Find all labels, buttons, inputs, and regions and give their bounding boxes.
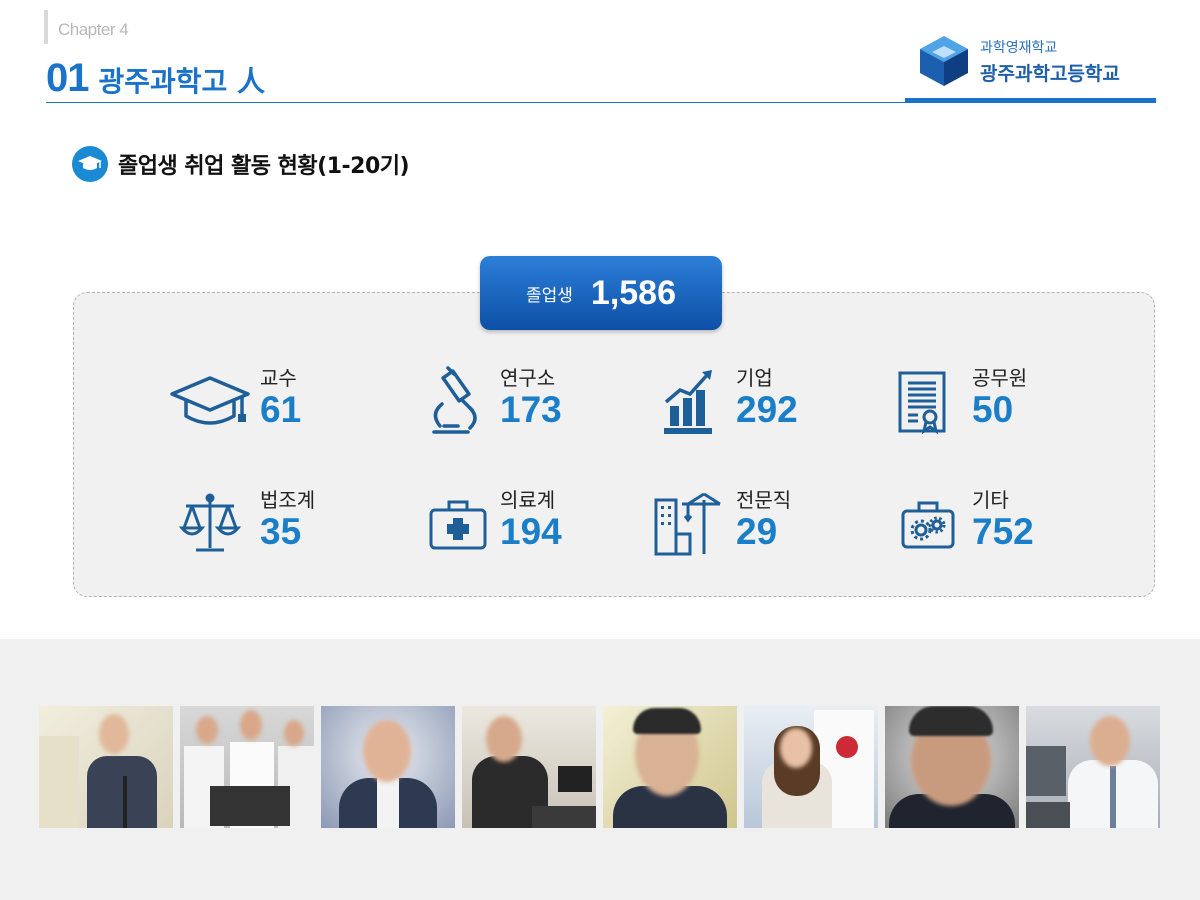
stat-public-servant: 공무원 50 xyxy=(880,366,1027,438)
stat-value: 29 xyxy=(736,511,778,552)
page-title: 01 광주과학고 人 xyxy=(46,56,265,101)
stat-value: 752 xyxy=(972,511,1034,552)
building-crane-icon xyxy=(654,492,721,556)
stat-label: 법조계 xyxy=(260,488,316,512)
section-title: 졸업생 취업 활동 현황(1-20기) xyxy=(118,154,410,179)
medical-kit-icon xyxy=(429,500,487,550)
graduation-cap-icon xyxy=(170,376,250,425)
logo-name: 광주과학고등학교 xyxy=(980,62,1120,85)
page-title-number: 01 xyxy=(46,56,89,100)
stat-label: 교수 xyxy=(260,366,297,390)
chapter-marker xyxy=(44,10,48,44)
section-heading: 졸업생 취업 활동 현황(1-20기) xyxy=(72,146,410,182)
stat-research: 연구소 173 xyxy=(408,366,562,438)
title-divider-accent xyxy=(905,98,1156,103)
stat-value: 173 xyxy=(500,389,562,430)
chapter-label: Chapter 4 xyxy=(58,20,129,39)
page-title-text: 광주과학고 人 xyxy=(98,65,266,98)
stat-label: 기타 xyxy=(972,488,1009,512)
alumni-photo xyxy=(744,706,878,828)
alumni-photo xyxy=(1026,706,1160,828)
certificate-icon xyxy=(898,371,946,435)
microscope-icon xyxy=(432,366,477,434)
alumni-photo xyxy=(462,706,596,828)
graduation-cap-icon xyxy=(72,146,108,182)
logo-subtitle: 과학영재학교 xyxy=(980,39,1058,56)
stat-legal: 법조계 35 xyxy=(168,488,315,560)
alumni-photo xyxy=(39,706,173,828)
stat-medical: 의료계 194 xyxy=(424,488,562,560)
stat-value: 50 xyxy=(972,389,1014,430)
alumni-photo xyxy=(603,706,737,828)
stat-value: 61 xyxy=(260,389,302,430)
stat-value: 35 xyxy=(260,511,302,552)
cube-logo-icon xyxy=(920,36,968,86)
stat-label: 의료계 xyxy=(500,488,556,512)
total-graduates-badge: 졸업생 1,586 xyxy=(480,256,722,330)
alumni-photo xyxy=(321,706,455,828)
stat-label: 공무원 xyxy=(972,366,1028,390)
alumni-photo xyxy=(180,706,314,828)
stat-label: 연구소 xyxy=(500,366,556,390)
stat-other: 기타 752 xyxy=(892,488,1034,560)
stat-label: 기업 xyxy=(736,366,773,390)
bar-chart-growth-icon xyxy=(664,370,712,434)
total-label: 졸업생 xyxy=(525,285,573,306)
stat-value: 292 xyxy=(736,389,798,430)
stat-value: 194 xyxy=(500,511,562,552)
stat-label: 전문직 xyxy=(736,488,792,512)
gear-briefcase-icon xyxy=(901,501,955,549)
scales-icon xyxy=(178,493,242,552)
total-value: 1,586 xyxy=(590,273,676,312)
school-logo: 과학영재학교 광주과학고등학교 xyxy=(918,34,1120,88)
stat-company: 기업 292 xyxy=(644,366,798,438)
alumni-photo xyxy=(885,706,1019,828)
stat-professional: 전문직 29 xyxy=(644,488,791,560)
stat-professor: 교수 61 xyxy=(168,366,301,438)
